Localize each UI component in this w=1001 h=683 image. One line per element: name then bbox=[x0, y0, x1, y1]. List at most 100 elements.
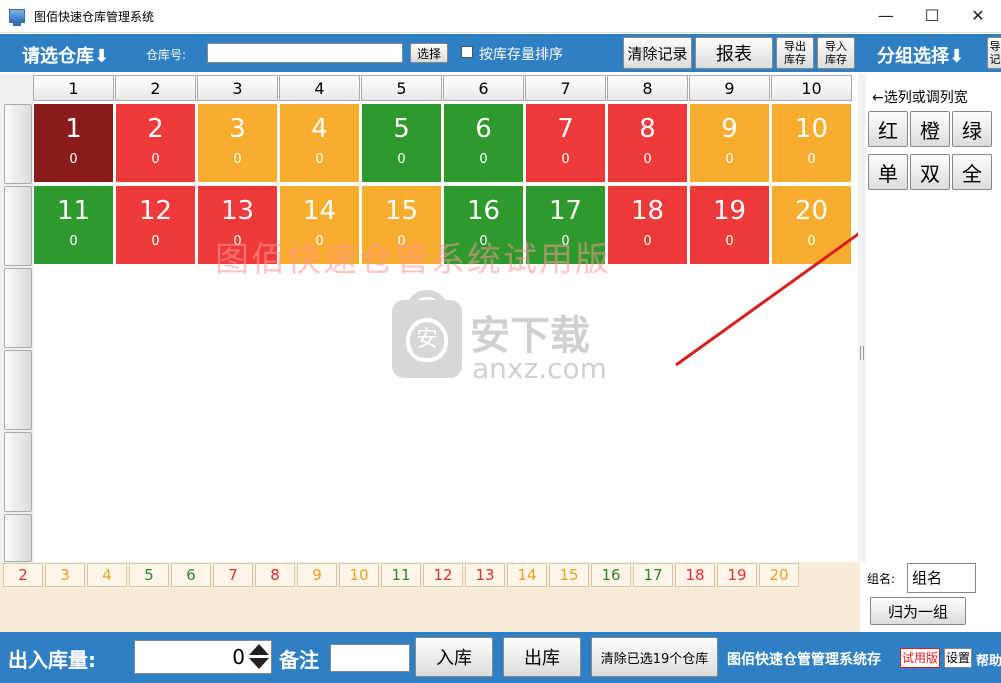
selected-warehouse-chip[interactable]: 15 bbox=[549, 563, 589, 587]
group-name-input[interactable]: 组名 bbox=[907, 563, 976, 593]
column-header[interactable]: 10 bbox=[771, 75, 852, 101]
selected-warehouse-chip[interactable]: 19 bbox=[717, 563, 757, 587]
in-stock-button[interactable]: 入库 bbox=[415, 637, 493, 677]
warehouse-cell[interactable]: 30 bbox=[197, 103, 278, 183]
sort-checkbox[interactable] bbox=[461, 46, 473, 58]
warehouse-no-input[interactable] bbox=[207, 43, 403, 63]
warehouse-cell[interactable]: 40 bbox=[279, 103, 360, 183]
clear-records-button[interactable]: 清除记录 bbox=[623, 37, 692, 69]
row-header[interactable] bbox=[4, 514, 32, 562]
red-select-button[interactable]: 红 bbox=[868, 111, 908, 147]
row-header-strip bbox=[0, 74, 34, 562]
warehouse-cell[interactable]: 10 bbox=[33, 103, 114, 183]
warehouse-cell[interactable]: 50 bbox=[361, 103, 442, 183]
warehouse-number: 3 bbox=[229, 114, 246, 144]
warehouse-count: 0 bbox=[397, 152, 406, 167]
selected-warehouse-chip[interactable]: 7 bbox=[213, 563, 253, 587]
all-select-button[interactable]: 全 bbox=[952, 154, 992, 190]
select-warehouse-button[interactable]: 请选仓库⬇ bbox=[22, 42, 109, 68]
row-header[interactable] bbox=[4, 186, 32, 266]
out-stock-button[interactable]: 出库 bbox=[503, 637, 581, 677]
green-select-button[interactable]: 绿 bbox=[952, 111, 992, 147]
even-select-button[interactable]: 双 bbox=[910, 154, 950, 190]
warehouse-number: 6 bbox=[475, 114, 492, 144]
export-records-line1: 导 bbox=[989, 40, 1001, 53]
export-records-button[interactable]: 导 记 bbox=[987, 37, 1001, 69]
warehouse-cell[interactable]: 12 0 bbox=[115, 185, 196, 265]
warehouse-count: 0 bbox=[643, 152, 652, 167]
spin-up-icon[interactable] bbox=[249, 644, 269, 655]
warehouse-no-label: 仓库号: bbox=[146, 48, 187, 62]
make-group-button[interactable]: 归为一组 bbox=[870, 597, 966, 625]
warehouse-count: 0 bbox=[561, 152, 570, 167]
odd-select-button[interactable]: 单 bbox=[868, 154, 908, 190]
selected-warehouse-chip[interactable]: 18 bbox=[675, 563, 715, 587]
selected-warehouse-chip[interactable]: 16 bbox=[591, 563, 631, 587]
selected-warehouse-chip[interactable]: 2 bbox=[3, 563, 43, 587]
trial-badge[interactable]: 试用版 bbox=[900, 648, 940, 668]
close-button[interactable]: ✕ bbox=[955, 0, 1001, 33]
selected-warehouse-chip[interactable]: 5 bbox=[129, 563, 169, 587]
selected-warehouse-chip[interactable]: 14 bbox=[507, 563, 547, 587]
selected-warehouse-chip[interactable]: 10 bbox=[339, 563, 379, 587]
warehouse-cell[interactable]: 90 bbox=[689, 103, 770, 183]
column-header[interactable]: 3 bbox=[197, 75, 278, 101]
selected-warehouse-chip[interactable]: 4 bbox=[87, 563, 127, 587]
warehouse-number: 10 bbox=[794, 114, 829, 144]
column-header[interactable]: 9 bbox=[689, 75, 770, 101]
panel-splitter[interactable] bbox=[858, 74, 866, 562]
warehouse-count: 0 bbox=[151, 234, 160, 249]
minimize-button[interactable]: — bbox=[863, 0, 909, 33]
sort-label: 按库存量排序 bbox=[479, 47, 563, 63]
selected-warehouse-chip[interactable]: 3 bbox=[45, 563, 85, 587]
warehouse-cell[interactable]: 20 bbox=[115, 103, 196, 183]
warehouse-number: 9 bbox=[721, 114, 738, 144]
warehouse-count: 0 bbox=[807, 152, 816, 167]
spin-down-icon[interactable] bbox=[249, 658, 269, 669]
selected-warehouse-chip[interactable]: 17 bbox=[633, 563, 673, 587]
selected-warehouse-chip[interactable]: 12 bbox=[423, 563, 463, 587]
note-label: 备注 bbox=[279, 648, 319, 672]
export-stock-button[interactable]: 导出 库存 bbox=[776, 37, 814, 69]
column-header[interactable]: 5 bbox=[361, 75, 442, 101]
choose-button[interactable]: 选择 bbox=[410, 43, 448, 63]
qty-label: 出入库量: bbox=[8, 648, 96, 672]
column-header[interactable]: 1 bbox=[33, 75, 114, 101]
column-header[interactable]: 2 bbox=[115, 75, 196, 101]
warehouse-count: 0 bbox=[725, 152, 734, 167]
settings-button[interactable]: 设置 bbox=[944, 648, 972, 668]
row-header[interactable] bbox=[4, 104, 32, 184]
group-select-button[interactable]: 分组选择⬇ bbox=[877, 42, 964, 68]
row-header[interactable] bbox=[4, 350, 32, 430]
column-header[interactable]: 7 bbox=[525, 75, 606, 101]
selected-warehouse-chip[interactable]: 11 bbox=[381, 563, 421, 587]
selected-warehouse-chip[interactable]: 20 bbox=[759, 563, 799, 587]
column-header[interactable]: 4 bbox=[279, 75, 360, 101]
selected-warehouse-chip[interactable]: 9 bbox=[297, 563, 337, 587]
warehouse-cell[interactable]: 10 0 bbox=[771, 103, 852, 183]
warehouse-count: 0 bbox=[69, 234, 78, 249]
maximize-button[interactable]: ☐ bbox=[909, 0, 955, 33]
logo-url: anxz.com bbox=[472, 352, 607, 385]
note-input[interactable] bbox=[330, 644, 410, 672]
import-stock-button[interactable]: 导入 库存 bbox=[817, 37, 855, 69]
column-header[interactable]: 8 bbox=[607, 75, 688, 101]
help-button[interactable]: 帮助 bbox=[976, 650, 1001, 669]
orange-select-button[interactable]: 橙 bbox=[910, 111, 950, 147]
row-header[interactable] bbox=[4, 268, 32, 348]
warehouse-number: 13 bbox=[220, 196, 255, 226]
selected-warehouse-chip[interactable]: 6 bbox=[171, 563, 211, 587]
right-panel: ←选列或调列宽 红 橙 绿 单 双 全 bbox=[866, 74, 1001, 562]
selected-warehouse-chip[interactable]: 13 bbox=[465, 563, 505, 587]
report-button[interactable]: 报表 bbox=[695, 37, 773, 69]
warehouse-cell[interactable]: 11 0 bbox=[33, 185, 114, 265]
row-header[interactable] bbox=[4, 432, 32, 512]
qty-spinner[interactable] bbox=[248, 642, 270, 672]
column-header[interactable]: 6 bbox=[443, 75, 524, 101]
warehouse-cell[interactable]: 60 bbox=[443, 103, 524, 183]
selected-warehouse-chip[interactable]: 8 bbox=[255, 563, 295, 587]
warehouse-cell[interactable]: 80 bbox=[607, 103, 688, 183]
clear-selected-button[interactable]: 清除已选19个仓库 bbox=[591, 637, 718, 677]
warehouse-cell[interactable]: 70 bbox=[525, 103, 606, 183]
warehouse-count: 0 bbox=[233, 152, 242, 167]
